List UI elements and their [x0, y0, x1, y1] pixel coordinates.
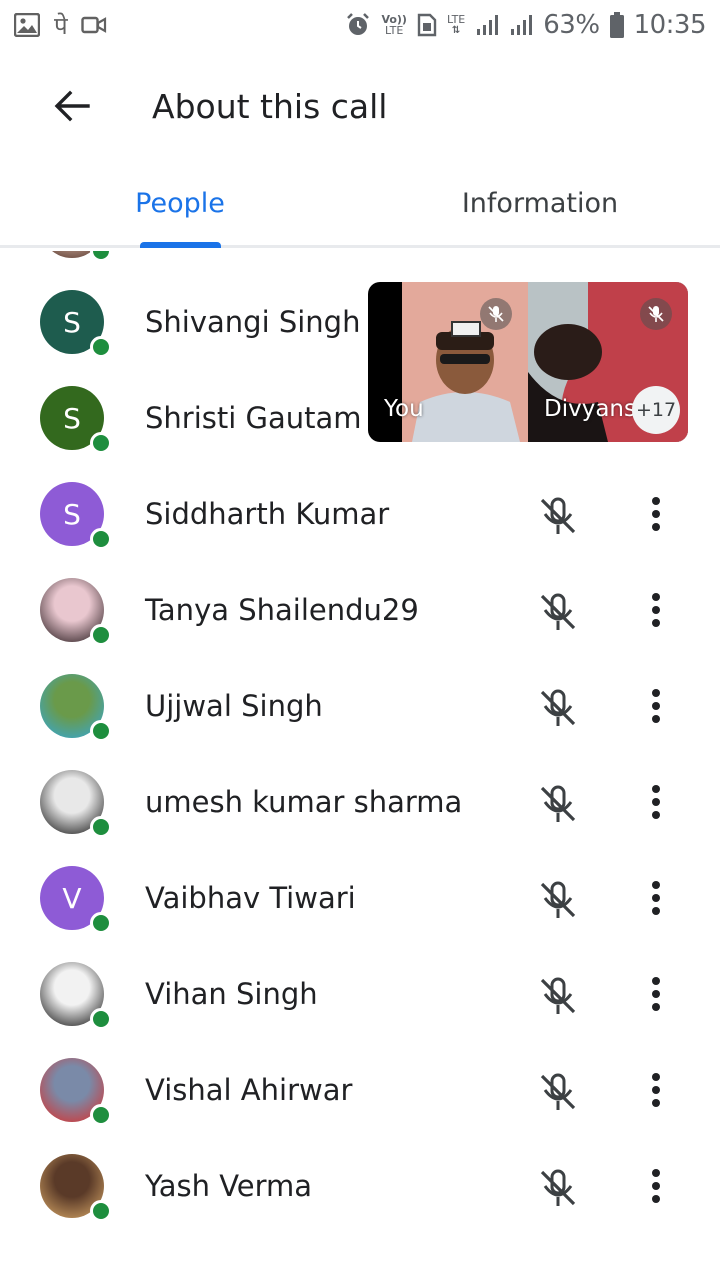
- online-status-dot: [90, 912, 112, 934]
- call-preview-pip[interactable]: You Divyansh +17: [368, 282, 688, 442]
- status-bar: पे Vo)) LTE LTE ⇅ 63% 10:35: [0, 0, 720, 50]
- avatar-container: [40, 578, 112, 646]
- participant-name: Shristi Gautam: [145, 401, 362, 435]
- remote-muted-icon: [640, 298, 672, 330]
- participant-row[interactable]: Vihan Singh: [0, 946, 720, 1042]
- more-options-icon[interactable]: [636, 588, 676, 632]
- avatar-container: [40, 962, 112, 1030]
- remote-video-tile[interactable]: Divyansh +17: [528, 282, 688, 442]
- avatar-container: V: [40, 866, 112, 934]
- back-button[interactable]: [32, 66, 112, 146]
- carrier-glyph: पे: [54, 11, 68, 40]
- mic-off-icon[interactable]: [536, 494, 580, 538]
- self-tile-label: You: [384, 396, 424, 422]
- tab-people-label: People: [135, 188, 225, 219]
- participant-row[interactable]: S Siddharth Kumar: [0, 466, 720, 562]
- participant-row[interactable]: Yash Verma: [0, 1138, 720, 1234]
- online-status-dot: [90, 1008, 112, 1030]
- tab-information[interactable]: Information: [360, 162, 720, 245]
- page-title: About this call: [152, 86, 388, 126]
- sim-icon: [417, 13, 437, 37]
- online-status-dot: [90, 720, 112, 742]
- app-bar: About this call: [0, 50, 720, 162]
- avatar-container: [40, 1154, 112, 1222]
- participant-name: Shivangi Singh: [145, 305, 361, 339]
- mic-off-icon[interactable]: [536, 1070, 580, 1114]
- volte-indicator: Vo)) LTE: [381, 13, 407, 37]
- alarm-icon: [345, 12, 371, 38]
- participant-row[interactable]: Ujjwal Singh: [0, 658, 720, 754]
- participant-name: Siddharth Kumar: [145, 497, 390, 531]
- active-tab-indicator: [140, 242, 221, 248]
- self-muted-icon: [480, 298, 512, 330]
- online-status-dot: [90, 251, 112, 262]
- participant-name: Vaibhav Tiwari: [145, 881, 356, 915]
- mic-off-icon[interactable]: [536, 1166, 580, 1210]
- status-right: Vo)) LTE LTE ⇅ 63% 10:35: [345, 10, 707, 40]
- battery-icon: [609, 12, 624, 38]
- signal-icon-1: [475, 13, 499, 37]
- avatar-container: [40, 1058, 112, 1126]
- gallery-icon: [14, 13, 40, 37]
- participant-row[interactable]: umesh kumar sharma: [0, 754, 720, 850]
- online-status-dot: [90, 432, 112, 454]
- avatar-container: [40, 251, 112, 262]
- participant-name: Vishal Ahirwar: [145, 1073, 353, 1107]
- participant-name: Ujjwal Singh: [145, 689, 323, 723]
- avatar-container: S: [40, 290, 112, 358]
- battery-percent: 63%: [543, 10, 600, 40]
- tab-bar: People Information: [0, 162, 720, 248]
- tab-information-label: Information: [461, 188, 619, 219]
- signal-icon-2: [509, 13, 533, 37]
- avatar-container: S: [40, 482, 112, 550]
- video-call-icon: [81, 15, 107, 35]
- mic-off-icon[interactable]: [536, 974, 580, 1018]
- more-options-icon[interactable]: [636, 1068, 676, 1112]
- arrow-back-icon: [54, 90, 90, 122]
- online-status-dot: [90, 336, 112, 358]
- avatar-container: [40, 770, 112, 838]
- lte-indicator: LTE ⇅: [446, 13, 466, 36]
- more-options-icon[interactable]: [636, 684, 676, 728]
- mic-off-icon[interactable]: [536, 686, 580, 730]
- clock: 10:35: [633, 10, 707, 40]
- avatar-container: [40, 674, 112, 742]
- participant-name: Tanya Shailendu29: [145, 593, 419, 627]
- online-status-dot: [90, 1200, 112, 1222]
- online-status-dot: [90, 816, 112, 838]
- mic-off-icon[interactable]: [536, 590, 580, 634]
- more-options-icon[interactable]: [636, 492, 676, 536]
- online-status-dot: [90, 1104, 112, 1126]
- more-options-icon[interactable]: [636, 780, 676, 824]
- tab-people[interactable]: People: [0, 162, 360, 245]
- participant-name: Yash Verma: [145, 1169, 313, 1203]
- more-options-icon[interactable]: [636, 1164, 676, 1208]
- online-status-dot: [90, 624, 112, 646]
- participant-row[interactable]: Vishal Ahirwar: [0, 1042, 720, 1138]
- status-left: पे: [14, 9, 107, 42]
- more-participants-count[interactable]: +17: [632, 386, 680, 434]
- participant-name: umesh kumar sharma: [145, 785, 463, 819]
- more-options-icon[interactable]: [636, 972, 676, 1016]
- more-options-icon[interactable]: [636, 876, 676, 920]
- participant-row[interactable]: Sakshi Agarwal: [0, 251, 720, 274]
- avatar-container: S: [40, 386, 112, 454]
- participant-name: Vihan Singh: [145, 977, 318, 1011]
- mic-off-icon[interactable]: [536, 782, 580, 826]
- mic-off-icon[interactable]: [536, 878, 580, 922]
- participant-row[interactable]: V Vaibhav Tiwari: [0, 850, 720, 946]
- online-status-dot: [90, 528, 112, 550]
- participant-row[interactable]: Tanya Shailendu29: [0, 562, 720, 658]
